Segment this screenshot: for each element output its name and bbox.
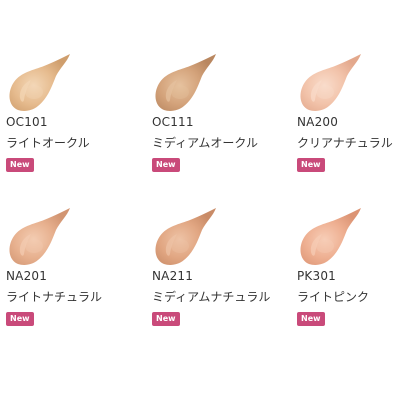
foundation-drop-shape (300, 54, 361, 111)
new-badge: New (6, 312, 34, 326)
product-code: OC101 (6, 115, 48, 129)
product-card-oc111[interactable]: OC111 ミディアムオークル New (146, 0, 276, 172)
new-badge: New (297, 312, 325, 326)
product-code: NA201 (6, 269, 48, 283)
foundation-drop-icon (150, 206, 222, 268)
product-shade-grid: OC101 ライトオークル New OC111 ミディアムオークル New NA… (0, 0, 412, 412)
foundation-drop-shape (155, 54, 216, 111)
product-name: ライトピンク (297, 290, 370, 304)
foundation-drop-icon (295, 206, 367, 268)
product-name: クリアナチュラル (297, 136, 393, 150)
new-badge: New (152, 312, 180, 326)
foundation-drop-icon (295, 52, 367, 114)
foundation-drop-shape (9, 208, 70, 265)
foundation-drop-shape (300, 208, 361, 265)
foundation-drop-icon (4, 206, 76, 268)
product-name: ライトオークル (6, 136, 90, 150)
product-card-oc101[interactable]: OC101 ライトオークル New (0, 0, 130, 172)
product-card-na200[interactable]: NA200 クリアナチュラル New (291, 0, 412, 172)
foundation-drop-icon (4, 52, 76, 114)
foundation-drop-shape (9, 54, 70, 111)
foundation-drop-shape (155, 208, 216, 265)
product-name: ライトナチュラル (6, 290, 103, 304)
product-card-na201[interactable]: NA201 ライトナチュラル New (0, 154, 130, 326)
product-code: PK301 (297, 269, 337, 283)
product-code: NA200 (297, 115, 339, 129)
product-name: ミディアムオークル (152, 136, 258, 150)
product-code: NA211 (152, 269, 194, 283)
foundation-drop-icon (150, 52, 222, 114)
product-card-na211[interactable]: NA211 ミディアムナチュラル New (146, 154, 276, 326)
product-name: ミディアムナチュラル (152, 290, 271, 304)
product-code: OC111 (152, 115, 194, 129)
product-card-pk301[interactable]: PK301 ライトピンク New (291, 154, 412, 326)
